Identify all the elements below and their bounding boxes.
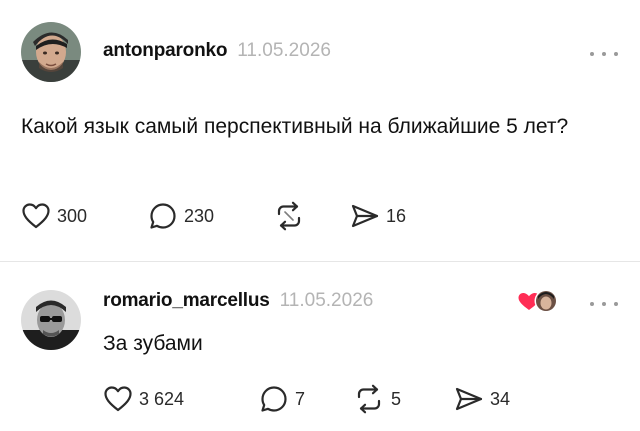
reply-date: 11.05.2026: [279, 290, 374, 311]
reply-actions: 3 624 7 5 34: [103, 384, 603, 414]
avatar[interactable]: [21, 22, 81, 82]
reply-comment-count: 7: [295, 388, 306, 409]
reply-more-dots-icon[interactable]: [590, 299, 618, 309]
share-count: 16: [386, 205, 407, 226]
user-photo-icon: [21, 22, 81, 82]
speech-bubble-icon: [261, 386, 287, 412]
send-icon: [455, 387, 483, 411]
post-header: antonparonko 11.05.2026: [103, 40, 331, 62]
reply-username[interactable]: romario_marcellus: [103, 290, 270, 312]
like-button[interactable]: 300: [21, 201, 87, 231]
reply-comment-button[interactable]: 7: [259, 384, 305, 414]
liked-by-author-icon: [518, 289, 558, 313]
reply-repost-button[interactable]: 5: [353, 384, 401, 414]
heart-icon: [104, 386, 132, 412]
repost-icon: [277, 201, 301, 231]
reply-text: За зубами: [103, 332, 203, 355]
reply-like-button[interactable]: 3 624: [103, 384, 184, 414]
post-date: 11.05.2026: [237, 40, 331, 61]
more-dots-icon[interactable]: [590, 49, 618, 59]
like-count: 300: [57, 205, 88, 226]
reply-repost-count: 5: [391, 388, 402, 409]
reply-share-count: 34: [490, 388, 511, 409]
reply-share-button[interactable]: 34: [454, 384, 510, 414]
reply-avatar[interactable]: [21, 290, 81, 350]
share-button[interactable]: 16: [350, 201, 406, 231]
speech-bubble-icon: [150, 203, 176, 229]
repost-icon: [357, 384, 381, 414]
post-actions: 300 230 16: [21, 201, 621, 231]
user-photo-icon: [21, 290, 81, 350]
comment-button[interactable]: 230: [148, 201, 214, 231]
main-post: antonparonko 11.05.2026 Какой язык самый…: [0, 0, 640, 262]
username[interactable]: antonparonko: [103, 40, 227, 62]
repost-button[interactable]: [273, 201, 311, 231]
send-icon: [351, 204, 379, 228]
liked-by-author-badge: [515, 288, 561, 314]
post-text: Какой язык самый перспективный на ближай…: [21, 115, 569, 138]
reply-like-count: 3 624: [139, 388, 185, 409]
heart-icon: [22, 203, 50, 229]
comment-count: 230: [184, 205, 215, 226]
reply-header: romario_marcellus 11.05.2026: [103, 290, 373, 312]
